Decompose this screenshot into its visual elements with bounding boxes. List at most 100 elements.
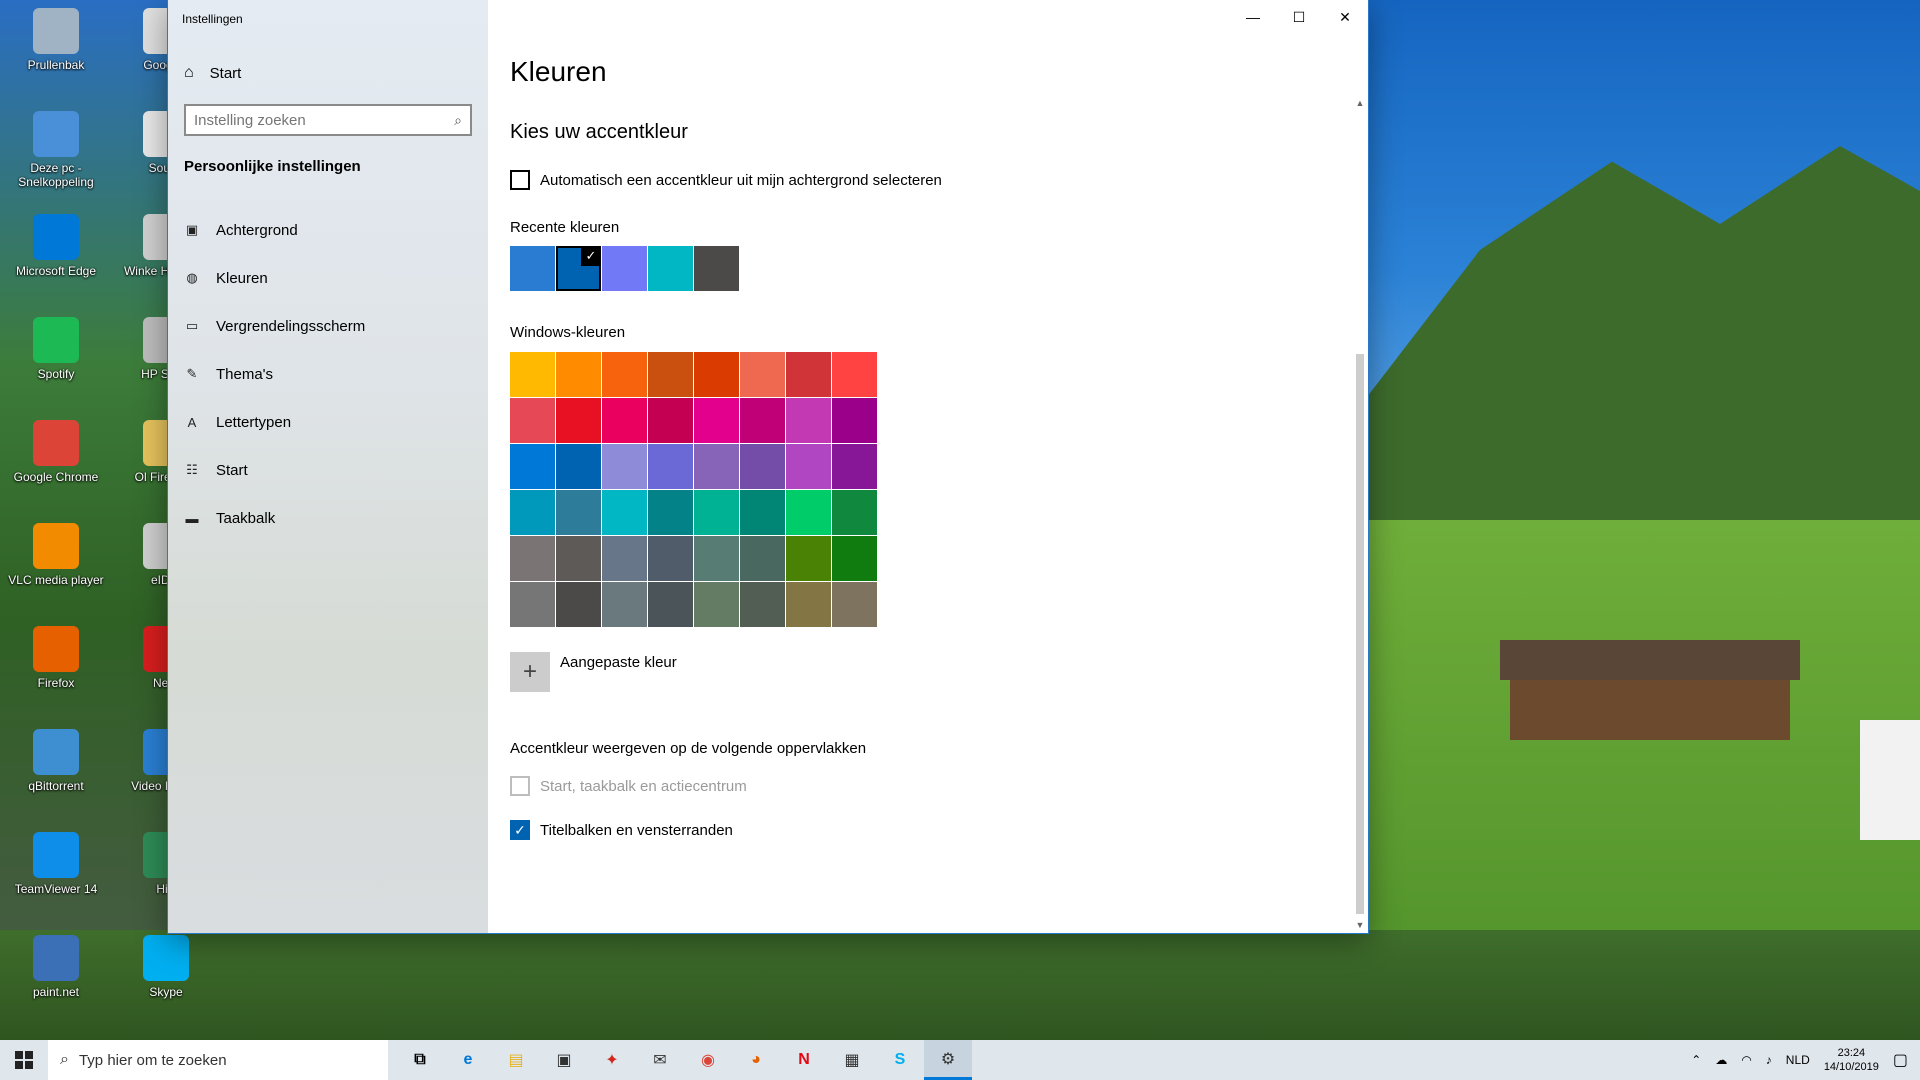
taskbar-search-box[interactable]: ⌕ Typ hier om te zoeken [48, 1040, 388, 1080]
custom-color-button[interactable]: + Aangepaste kleur [510, 652, 677, 692]
accent-color-swatch[interactable] [510, 490, 555, 535]
accent-color-swatch[interactable] [786, 444, 831, 489]
taskbar-app-store[interactable]: ▣ [540, 1040, 588, 1080]
accent-color-swatch[interactable] [694, 444, 739, 489]
accent-color-swatch[interactable] [648, 444, 693, 489]
desktop-icon[interactable]: Skype [118, 935, 214, 999]
surface-titlebar-option[interactable]: ✓ Titelbalken en vensterranden [510, 820, 733, 840]
surface-titlebar-checkbox[interactable]: ✓ [510, 820, 530, 840]
accent-color-swatch[interactable] [602, 582, 647, 627]
volume-icon[interactable]: ♪ [1766, 1053, 1772, 1067]
clock[interactable]: 23:24 14/10/2019 [1824, 1046, 1879, 1074]
sidebar-item-achtergrond[interactable]: ▣ Achtergrond [168, 206, 488, 254]
maximize-button[interactable]: ☐ [1276, 0, 1322, 34]
accent-color-swatch[interactable] [556, 536, 601, 581]
accent-color-swatch[interactable] [556, 444, 601, 489]
desktop-icon[interactable]: Deze pc - Snelkoppeling [8, 111, 104, 189]
sidebar-item-vergrendelingsscherm[interactable]: ▭ Vergrendelingsscherm [168, 302, 488, 350]
accent-color-swatch[interactable] [556, 582, 601, 627]
accent-color-swatch[interactable] [648, 352, 693, 397]
sidebar-item-start[interactable]: ☷ Start [168, 446, 488, 494]
taskbar-app-calculator[interactable]: ▦ [828, 1040, 876, 1080]
taskbar-app-task-view[interactable]: ⧉ [396, 1040, 444, 1080]
accent-color-swatch[interactable] [556, 398, 601, 443]
onedrive-icon[interactable]: ☁ [1715, 1053, 1727, 1067]
scroll-thumb[interactable] [1356, 354, 1364, 914]
accent-color-swatch[interactable] [602, 444, 647, 489]
accent-color-swatch[interactable] [740, 352, 785, 397]
desktop-icon[interactable]: TeamViewer 14 [8, 832, 104, 896]
accent-color-swatch[interactable] [786, 490, 831, 535]
accent-color-swatch[interactable] [556, 352, 601, 397]
taskbar-app-file-explorer[interactable]: ▤ [492, 1040, 540, 1080]
taskbar-app-edge[interactable]: e [444, 1040, 492, 1080]
notification-icon[interactable]: ▢ [1893, 1050, 1908, 1070]
desktop-icon[interactable]: Prullenbak [8, 8, 104, 72]
accent-color-swatch[interactable] [832, 582, 877, 627]
accent-color-swatch[interactable] [510, 398, 555, 443]
accent-color-swatch[interactable] [556, 490, 601, 535]
accent-color-swatch[interactable] [510, 444, 555, 489]
settings-search-input[interactable] [194, 111, 434, 129]
accent-color-swatch[interactable] [648, 490, 693, 535]
recent-color-swatch[interactable] [648, 246, 693, 291]
scroll-up-arrow-icon[interactable]: ▲ [1354, 96, 1366, 110]
language-indicator[interactable]: NLD [1786, 1053, 1810, 1067]
taskbar-app-settings[interactable]: ⚙ [924, 1040, 972, 1080]
accent-color-swatch[interactable] [694, 582, 739, 627]
accent-color-swatch[interactable] [694, 352, 739, 397]
minimize-button[interactable]: — [1230, 0, 1276, 34]
recent-color-swatch[interactable] [602, 246, 647, 291]
accent-color-swatch[interactable] [694, 490, 739, 535]
desktop-icon[interactable]: VLC media player [8, 523, 104, 587]
close-button[interactable]: ✕ [1322, 0, 1368, 34]
accent-color-swatch[interactable] [694, 536, 739, 581]
accent-color-swatch[interactable] [602, 490, 647, 535]
accent-color-swatch[interactable] [602, 352, 647, 397]
network-icon[interactable]: ◠ [1741, 1053, 1751, 1067]
accent-color-swatch[interactable] [832, 352, 877, 397]
accent-color-swatch[interactable] [786, 536, 831, 581]
taskbar-app-skype[interactable]: S [876, 1040, 924, 1080]
accent-color-swatch[interactable] [648, 536, 693, 581]
desktop-icon[interactable]: Firefox [8, 626, 104, 690]
accent-color-swatch[interactable] [740, 582, 785, 627]
accent-color-swatch[interactable] [694, 398, 739, 443]
search-icon[interactable]: ⌕ [454, 112, 462, 129]
accent-color-swatch[interactable] [648, 398, 693, 443]
taskbar-app-chrome[interactable]: ◉ [684, 1040, 732, 1080]
taskbar-app-netflix[interactable]: N [780, 1040, 828, 1080]
accent-color-swatch[interactable] [510, 536, 555, 581]
accent-color-swatch[interactable] [740, 536, 785, 581]
accent-color-swatch[interactable] [740, 444, 785, 489]
sidebar-item-kleuren[interactable]: ◍ Kleuren [168, 254, 488, 302]
accent-color-swatch[interactable] [786, 352, 831, 397]
sidebar-home-link[interactable]: ⌂ Start [184, 64, 241, 82]
sidebar-item-taakbalk[interactable]: ▬ Taakbalk [168, 494, 488, 542]
taskbar-app-mail[interactable]: ✉ [636, 1040, 684, 1080]
desktop-icon[interactable]: Spotify [8, 317, 104, 381]
auto-accent-checkbox[interactable] [510, 170, 530, 190]
accent-color-swatch[interactable] [602, 536, 647, 581]
start-button[interactable] [0, 1040, 48, 1080]
auto-accent-option[interactable]: Automatisch een accentkleur uit mijn ach… [510, 170, 942, 190]
accent-color-swatch[interactable] [832, 444, 877, 489]
desktop-icon[interactable]: Microsoft Edge [8, 214, 104, 278]
accent-color-swatch[interactable] [832, 490, 877, 535]
accent-color-swatch[interactable] [602, 398, 647, 443]
settings-search-box[interactable]: ⌕ [184, 104, 472, 136]
accent-color-swatch[interactable] [832, 398, 877, 443]
accent-color-swatch[interactable] [648, 582, 693, 627]
accent-color-swatch[interactable] [740, 490, 785, 535]
recent-color-swatch[interactable] [510, 246, 555, 291]
accent-color-swatch[interactable] [832, 536, 877, 581]
accent-color-swatch[interactable] [510, 582, 555, 627]
recent-color-swatch[interactable]: ✓ [556, 246, 601, 291]
desktop-icon[interactable]: Google Chrome [8, 420, 104, 484]
desktop-icon[interactable]: qBittorrent [8, 729, 104, 793]
sidebar-item-thema-s[interactable]: ✎ Thema's [168, 350, 488, 398]
recent-color-swatch[interactable] [694, 246, 739, 291]
accent-color-swatch[interactable] [510, 352, 555, 397]
content-scrollbar[interactable]: ▲ ▼ [1354, 96, 1366, 932]
chevron-up-icon[interactable]: ⌃ [1691, 1053, 1701, 1067]
